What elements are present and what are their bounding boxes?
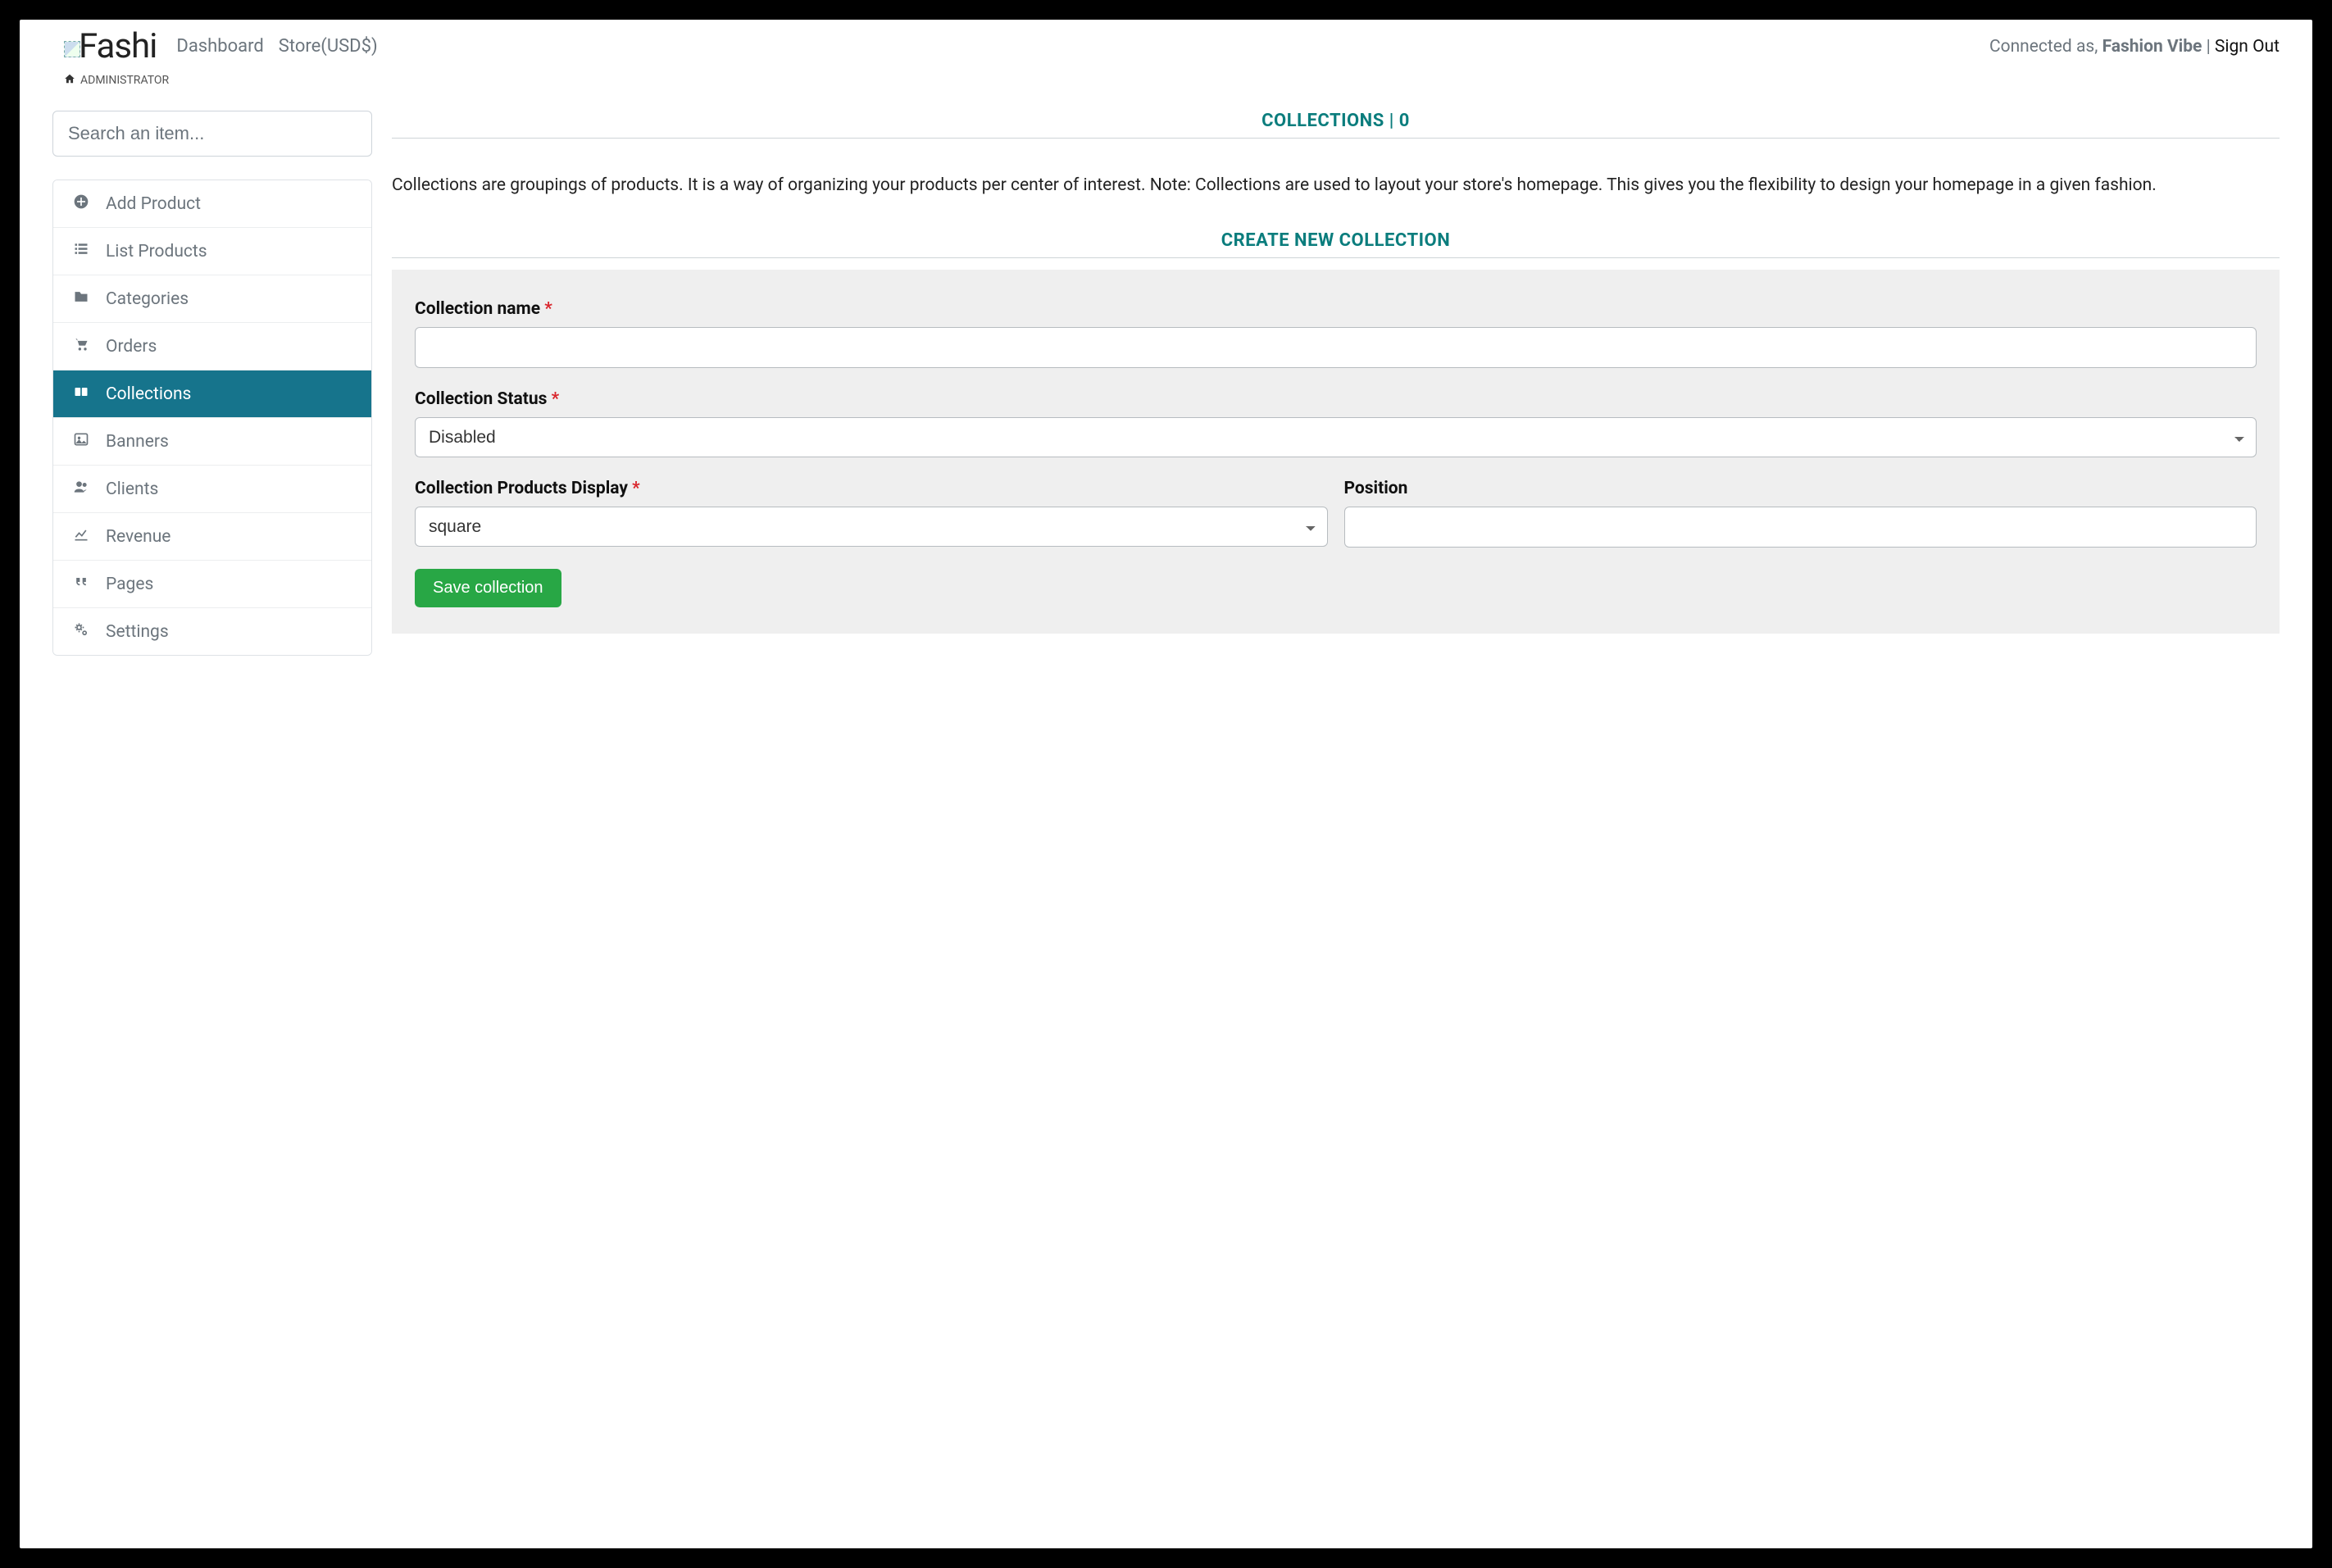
sidenav: Add Product List Products Categories Ord…: [52, 180, 372, 656]
sidebar-item-banners[interactable]: Banners: [53, 418, 371, 466]
users-icon: [71, 479, 91, 499]
create-collection-title: CREATE NEW COLLECTION: [392, 230, 2280, 258]
sidebar-item-label: Collections: [106, 384, 191, 404]
sidebar-item-label: Orders: [106, 337, 157, 357]
sidebar-item-orders[interactable]: Orders: [53, 323, 371, 370]
gears-icon: [71, 621, 91, 642]
sidebar-item-collections[interactable]: Collections: [53, 370, 371, 418]
save-collection-button[interactable]: Save collection: [415, 569, 561, 607]
quote-icon: [71, 574, 91, 594]
sidebar-item-label: Add Product: [106, 194, 201, 214]
collection-position-input[interactable]: [1344, 507, 2257, 548]
user-separator: |: [2202, 37, 2215, 57]
breadcrumb: ADMINISTRATOR: [20, 70, 2312, 96]
sidebar-item-revenue[interactable]: Revenue: [53, 513, 371, 561]
connected-as-label: Connected as,: [1989, 37, 2102, 57]
folder-icon: [71, 289, 91, 309]
collection-name-input[interactable]: [415, 327, 2257, 368]
list-icon: [71, 241, 91, 261]
collections-description: Collections are groupings of products. I…: [392, 139, 2280, 230]
collections-title: COLLECTIONS | 0: [392, 111, 2280, 139]
breadcrumb-label: ADMINISTRATOR: [80, 74, 169, 87]
sign-out-link[interactable]: Sign Out: [2215, 37, 2280, 57]
collection-position-label: Position: [1344, 479, 2257, 498]
sidebar-item-settings[interactable]: Settings: [53, 608, 371, 655]
collection-display-label: Collection Products Display *: [415, 479, 1328, 498]
broken-image-icon: [64, 41, 80, 57]
cart-icon: [71, 336, 91, 357]
required-mark: *: [544, 299, 552, 319]
sidebar-item-label: Settings: [106, 622, 169, 642]
required-mark: *: [552, 389, 560, 409]
required-mark: *: [632, 479, 640, 498]
collection-display-select[interactable]: square: [415, 507, 1328, 547]
sidebar-item-add-product[interactable]: Add Product: [53, 180, 371, 228]
sidebar-item-clients[interactable]: Clients: [53, 466, 371, 513]
search-input[interactable]: [52, 111, 372, 157]
nav-dashboard[interactable]: Dashboard: [176, 36, 263, 57]
collection-status-label: Collection Status *: [415, 389, 2257, 409]
sidebar-item-pages[interactable]: Pages: [53, 561, 371, 608]
sidebar-item-label: Banners: [106, 432, 169, 452]
brand[interactable]: Fashi: [64, 26, 157, 66]
collection-status-select[interactable]: Disabled: [415, 417, 2257, 457]
nav-right: Connected as, Fashion Vibe | Sign Out: [1989, 37, 2280, 57]
sidebar-item-list-products[interactable]: List Products: [53, 228, 371, 275]
sidebar-item-label: Pages: [106, 575, 153, 594]
image-icon: [71, 431, 91, 452]
plus-circle-icon: [71, 193, 91, 214]
create-collection-form: Collection name * Collection Status * Di…: [392, 270, 2280, 634]
connected-user: Fashion Vibe: [2102, 37, 2202, 57]
group-icon: [71, 384, 91, 404]
chart-icon: [71, 526, 91, 547]
sidebar-item-label: Revenue: [106, 527, 170, 547]
brand-text: Fashi: [79, 26, 157, 66]
sidebar-item-categories[interactable]: Categories: [53, 275, 371, 323]
home-icon: [64, 73, 75, 88]
sidebar-item-label: Categories: [106, 289, 189, 309]
sidebar-item-label: Clients: [106, 479, 158, 499]
collection-name-label: Collection name *: [415, 299, 2257, 319]
nav-store[interactable]: Store(USD$): [279, 36, 378, 57]
sidebar-item-label: List Products: [106, 242, 207, 261]
